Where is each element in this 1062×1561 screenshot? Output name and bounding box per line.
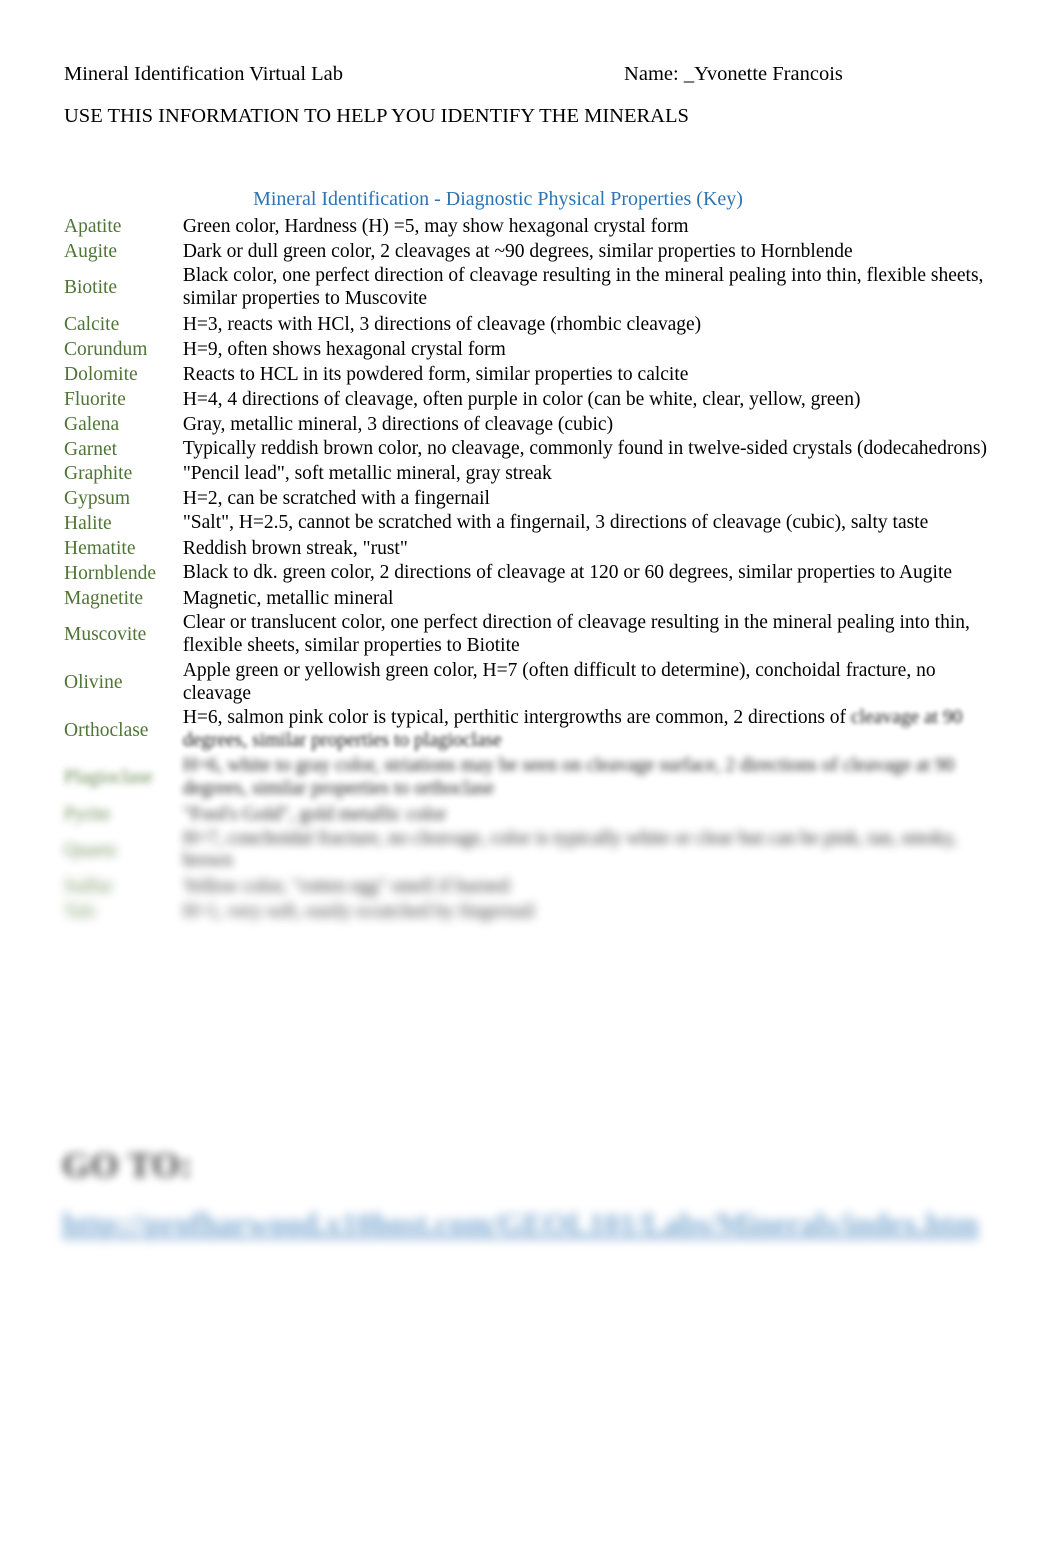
mineral-name-cell: Orthoclase [64,719,149,741]
mineral-description-cell: H=1, very soft, easily scratched by fing… [182,901,535,923]
mineral-description-cell: "Pencil lead", soft metallic mineral, gr… [182,463,552,485]
mineral-properties-table: Apatite Green color, Hardness (H) =5, may… [64,214,998,924]
document-header: Mineral Identification Virtual Lab Name:… [64,62,998,88]
mineral-name-cell: Galena [64,413,120,435]
mineral-name-cell: Dolomite [64,363,138,385]
mineral-row: Corundum H=9, often shows hexagonal cryst… [64,337,998,362]
mineral-description-cell: H=9, often shows hexagonal crystal form [182,338,506,360]
mineral-row: Halite "Salt", H=2.5, cannot be scratched… [64,511,998,536]
document-page: Mineral Identification Virtual Lab Name:… [0,0,1062,1561]
mineral-description-cell: "Fool's Gold", gold metallic color [182,803,447,825]
mineral-table-body: Apatite Green color, Hardness (H) =5, may… [64,214,998,924]
mineral-description-cell: H=4, 4 directions of cleavage, often pur… [182,388,861,410]
mineral-description-cell: Black to dk. green color, 2 directions o… [182,562,953,584]
mineral-name-cell: Augite [64,241,118,262]
mineral-name-cell: Biotite [64,277,118,299]
mineral-description-cell: H=6, white to gray color, striations may… [182,754,955,799]
mineral-row: Quartz H=7, conchoidal fracture, no cleav… [64,827,998,875]
mineral-row: Fluorite H=4, 4 directions of cleavage, o… [64,387,998,412]
mineral-row: Hematite Reddish brown streak, "rust" [64,536,998,561]
mineral-row: Hornblende Black to dk. green color, 2 di… [64,561,998,586]
mineral-description-cell: Reddish brown streak, "rust" [182,538,408,560]
mineral-row: Pyrite "Fool's Gold", gold metallic color [64,802,998,827]
table-title: Mineral Identification - Diagnostic Phys… [253,188,743,210]
mineral-row: Orthoclase H=6, salmon pink color is typi… [64,706,998,754]
mineral-description-cell: H=7, conchoidal fracture, no cleavage, c… [182,827,958,872]
mineral-description-cell: H=6, salmon pink color is typical, perth… [183,706,998,754]
mineral-name-cell: Calcite [64,313,120,335]
mineral-row: Magnetite Magnetic, metallic mineral [64,586,998,611]
mineral-name-cell: Garnet [64,438,118,460]
mineral-row: Sulfur Yellow color, "rotten egg" smell i… [64,874,998,899]
mineral-name-cell: Apatite [64,216,122,237]
mineral-row: Garnet Typically reddish brown color, no … [64,437,998,462]
mineral-name-cell: Plagioclase [64,767,153,789]
document-title: Mineral Identification Virtual Lab [64,63,344,85]
mineral-description-cell: Black color, one perfect direction of cl… [182,265,984,309]
mineral-description-cell: Reacts to HCL in its powdered form, simi… [182,363,689,385]
mineral-name-cell: Hornblende [64,563,157,585]
mineral-row: Calcite H=3, reacts with HCl, 3 direction… [64,312,998,337]
mineral-row: Dolomite Reacts to HCL in its powdered fo… [64,362,998,387]
mineral-name-cell: Pyrite [64,803,111,825]
goto-heading: GO TO: [62,1145,193,1185]
mineral-description-cell: Gray, metallic mineral, 3 directions of … [182,413,614,435]
mineral-row: Apatite Green color, Hardness (H) =5, may… [64,214,998,239]
mineral-description-cell: H=2, can be scratched with a fingernail [182,488,490,510]
mineral-name-cell: Hematite [64,538,136,560]
mineral-row: Olivine Apple green or yellowish green co… [64,659,998,707]
instruction-line: USE THIS INFORMATION TO HELP YOU IDENTIF… [64,105,689,127]
mineral-description-cell: Typically reddish brown color, no cleava… [182,437,987,459]
mineral-description-cell: Clear or translucent color, one perfect … [182,612,970,656]
student-name-field: Name: _Yvonette Francois [624,63,843,85]
mineral-row: Talc H=1, very soft, easily scratched by … [64,899,998,924]
mineral-description-cell: Apple green or yellowish green color, H=… [182,659,936,704]
mineral-name-cell: Gypsum [64,488,131,510]
mineral-name-cell: Magnetite [64,588,144,610]
mineral-row: Plagioclase H=6, white to gray color, str… [64,754,998,802]
virtual-lab-hyperlink[interactable]: http://profharwood.x10host.com/GEOL101/L… [62,1202,1002,1247]
mineral-name-cell: Muscovite [64,624,147,646]
mineral-description-cell: Yellow color, "rotten egg" smell if burn… [182,876,510,898]
mineral-row: Muscovite Clear or translucent color, one… [64,611,998,659]
mineral-description-cell: H=3, reacts with HCl, 3 directions of cl… [182,313,702,335]
mineral-row: Gypsum H=2, can be scratched with a finge… [64,486,998,511]
mineral-name-cell: Graphite [64,463,133,485]
mineral-description-cell: Magnetic, metallic mineral [182,588,394,610]
mineral-name-cell: Olivine [64,672,123,693]
mineral-description-cell: Dark or dull green color, 2 cleavages at… [182,241,853,262]
mineral-name-cell: Quartz [64,839,118,861]
mineral-row: Augite Dark or dull green color, 2 cleava… [64,239,998,264]
mineral-name-cell: Halite [64,513,112,535]
mineral-name-cell: Corundum [64,338,148,360]
mineral-row: Graphite "Pencil lead", soft metallic min… [64,461,998,486]
mineral-description-cell: "Salt", H=2.5, cannot be scratched with … [182,512,929,534]
mineral-name-cell: Talc [64,901,98,923]
mineral-description-cell: Green color, Hardness (H) =5, may show h… [182,216,689,237]
mineral-row: Galena Gray, metallic mineral, 3 directio… [64,412,998,437]
mineral-row: Biotite Black color, one perfect directio… [64,264,998,312]
mineral-name-cell: Sulfur [64,876,113,898]
orthoclase-line-clear: H=6, salmon pink color is typical, perth… [182,707,851,729]
mineral-name-cell: Fluorite [64,388,126,410]
